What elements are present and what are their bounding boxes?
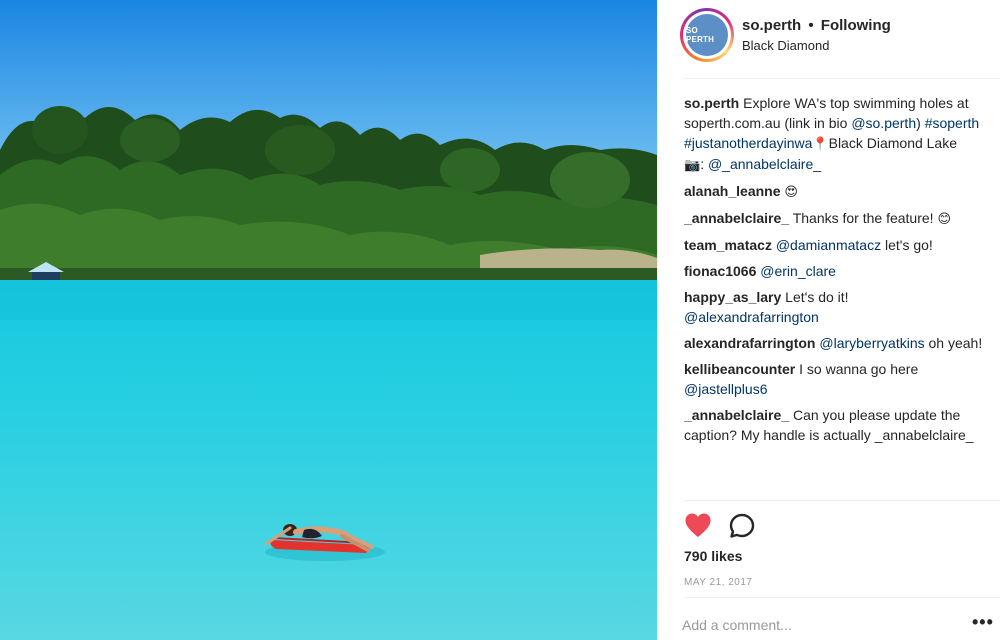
comment-username[interactable]: alanah_leanne — [684, 183, 781, 199]
comment-text: I so wanna go here — [795, 361, 919, 377]
caption-username[interactable]: so.perth — [684, 95, 739, 111]
camera-icon: 📷 — [684, 157, 701, 172]
actions-divider — [684, 500, 1000, 501]
pin-icon: 📍 — [812, 136, 829, 151]
comment-text: let's go! — [881, 237, 933, 253]
comment-username[interactable]: fionac1066 — [684, 263, 756, 279]
lake-water — [0, 280, 657, 640]
header-separator-dot: • — [808, 17, 814, 34]
comment-username[interactable]: alexandrafarrington — [684, 335, 815, 351]
comment-mention[interactable]: @damianmatacz — [776, 237, 881, 253]
comment-mention[interactable]: @jastellplus6 — [684, 381, 767, 397]
header-user-line: so.perth • Following — [742, 17, 891, 34]
caption-hashtag[interactable]: #justanotherdayinwa — [684, 135, 812, 151]
comment-mention[interactable]: @alexandrafarrington — [684, 309, 819, 325]
comments-list[interactable]: so.perth Explore WA's top swimming holes… — [684, 93, 984, 500]
comment-mention[interactable]: @erin_clare — [760, 263, 836, 279]
post-photo[interactable] — [0, 0, 657, 640]
smiling-heart-eyes-icon: 😍 — [784, 184, 798, 199]
caption-text: ) — [916, 115, 925, 131]
post-side-panel: SO PERTH so.perth • Following Black Diam… — [657, 0, 1000, 640]
comment-box-divider — [684, 597, 1000, 598]
comment-username[interactable]: happy_as_lary — [684, 289, 781, 305]
comment-icon[interactable] — [728, 512, 756, 540]
heart-icon[interactable] — [684, 512, 712, 538]
header-username[interactable]: so.perth — [742, 17, 801, 34]
comment-text: oh yeah! — [924, 335, 983, 351]
caption-hashtag[interactable]: #soperth — [925, 115, 979, 131]
comment-username[interactable]: _annabelclaire_ — [684, 407, 789, 423]
comment-item: team_matacz @damianmatacz let's go! — [684, 235, 984, 255]
caption: so.perth Explore WA's top swimming holes… — [684, 93, 984, 175]
post-header: SO PERTH so.perth • Following Black Diam… — [658, 0, 1000, 78]
comment-mention[interactable]: @laryberryatkins — [819, 335, 924, 351]
comment-item: fionac1066 @erin_clare — [684, 261, 984, 281]
comment-text: Let's do it! — [781, 289, 849, 305]
caption-text: : — [700, 156, 708, 172]
comment-username[interactable]: _annabelclaire_ — [684, 210, 789, 226]
likes-count[interactable]: 790 likes — [684, 548, 742, 564]
smile-icon: 😊 — [937, 211, 952, 226]
caption-text: Black Diamond Lake — [828, 135, 958, 151]
avatar[interactable]: SO PERTH — [683, 11, 731, 59]
lake-photo — [0, 0, 657, 640]
comment-username[interactable]: team_matacz — [684, 237, 772, 253]
location-link[interactable]: Black Diamond — [742, 38, 829, 53]
comment-text: Thanks for the feature! — [789, 210, 938, 226]
caption-mention[interactable]: @so.perth — [851, 115, 916, 131]
caption-mention[interactable]: @_annabelclaire_ — [708, 156, 821, 172]
following-button[interactable]: Following — [821, 17, 891, 34]
avatar-logo: SO PERTH — [686, 14, 728, 56]
comment-item: alexandrafarrington @laryberryatkins oh … — [684, 333, 984, 353]
more-options-icon[interactable]: ••• — [972, 613, 994, 631]
comment-item: alanah_leanne 😍 — [684, 181, 984, 202]
comment-item: _annabelclaire_ Can you please update th… — [684, 405, 984, 445]
avatar-story-ring[interactable]: SO PERTH — [680, 8, 734, 62]
add-comment-input[interactable] — [682, 612, 952, 638]
comment-item: happy_as_lary Let's do it! @alexandrafar… — [684, 287, 984, 327]
header-divider — [684, 78, 1000, 79]
comment-item: kellibeancounter I so wanna go here @jas… — [684, 359, 984, 399]
comment-item: _annabelclaire_ Thanks for the feature! … — [684, 208, 984, 229]
post-date[interactable]: MAY 21, 2017 — [684, 577, 752, 588]
comment-username[interactable]: kellibeancounter — [684, 361, 795, 377]
